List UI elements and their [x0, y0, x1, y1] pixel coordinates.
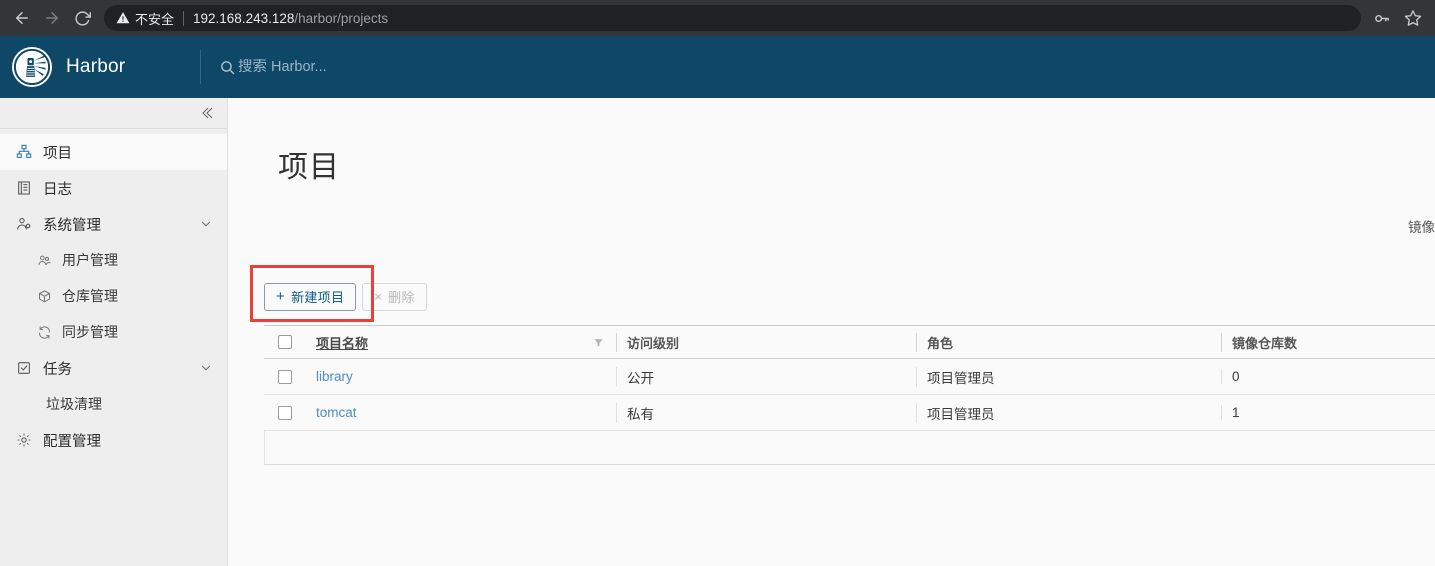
- cell-access-level: 私有: [616, 402, 916, 423]
- sidebar-item-garbage-collection[interactable]: 垃圾清理: [0, 386, 227, 422]
- select-all-checkbox[interactable]: [278, 335, 292, 349]
- sidebar-item-registry-management[interactable]: 仓库管理: [0, 278, 227, 314]
- url-path: /harbor/projects: [294, 10, 389, 26]
- delete-button: × 删除: [362, 282, 427, 311]
- action-toolbar: + 新建项目 × 删除: [228, 265, 1435, 325]
- project-link[interactable]: library: [316, 369, 353, 384]
- sidebar-item-label: 项目: [43, 145, 72, 162]
- harbor-brand-name: Harbor: [66, 56, 126, 77]
- sidebar: 项目 日志 系统管理 用户管理 仓库管理 同步管理 任务 垃圾清理 配置管理: [0, 98, 228, 566]
- row-checkbox[interactable]: [278, 369, 292, 384]
- cell-role: 项目管理员: [916, 402, 1221, 423]
- sidebar-item-projects[interactable]: 项目: [0, 134, 227, 170]
- table-row[interactable]: tomcat 私有 项目管理员 1: [264, 395, 1435, 431]
- sidebar-item-label: 系统管理: [43, 217, 101, 234]
- double-chevron-left-icon[interactable]: [199, 105, 215, 121]
- sidebar-item-user-management[interactable]: 用户管理: [0, 242, 227, 278]
- column-header-repo-count[interactable]: 镜像仓库数: [1221, 332, 1435, 352]
- url-host: 192.168.243.128: [193, 10, 295, 26]
- harbor-search[interactable]: [201, 59, 538, 76]
- system-admin-icon: [14, 216, 34, 232]
- sidebar-item-configuration[interactable]: 配置管理: [0, 422, 227, 458]
- close-icon: ×: [374, 289, 383, 304]
- new-project-button[interactable]: + 新建项目: [264, 282, 357, 311]
- sidebar-item-logs[interactable]: 日志: [0, 170, 227, 206]
- sidebar-item-system-admin[interactable]: 系统管理: [0, 206, 227, 242]
- registry-icon: [34, 289, 54, 304]
- key-icon[interactable]: [1367, 4, 1395, 32]
- gear-icon: [14, 432, 34, 448]
- page-title: 项目: [278, 151, 340, 184]
- column-header-label[interactable]: 项目名称: [316, 333, 368, 352]
- browser-toolbar: 不安全 192.168.243.128/harbor/projects: [0, 0, 1435, 36]
- search-input[interactable]: [238, 59, 538, 75]
- column-header-access-level[interactable]: 访问级别: [616, 332, 916, 352]
- forward-arrow-icon[interactable]: [38, 4, 66, 32]
- toolbar-buttons: + 新建项目 × 删除: [264, 268, 1435, 325]
- harbor-header: Harbor: [0, 36, 1435, 98]
- sidebar-nav: 项目 日志 系统管理 用户管理 仓库管理 同步管理 任务 垃圾清理 配置管理: [0, 129, 227, 458]
- not-secure-label: 不安全: [135, 11, 175, 27]
- harbor-brand[interactable]: Harbor: [0, 47, 200, 87]
- sidebar-item-label: 同步管理: [62, 324, 118, 340]
- replication-icon: [34, 325, 54, 340]
- table-row[interactable]: library 公开 项目管理员 0: [264, 359, 1435, 395]
- cell-repo-count: 0: [1221, 369, 1435, 384]
- sidebar-item-label: 用户管理: [62, 252, 118, 268]
- table-header-row: 项目名称 访问级别 角色 镜像仓库数: [264, 325, 1435, 359]
- column-header-role[interactable]: 角色: [916, 332, 1221, 352]
- filter-icon[interactable]: [593, 337, 604, 348]
- projects-icon: [14, 144, 34, 160]
- sidebar-item-label: 仓库管理: [62, 288, 118, 304]
- app-body: 项目 日志 系统管理 用户管理 仓库管理 同步管理 任务 垃圾清理 配置管理 项…: [0, 98, 1435, 566]
- table-footer: [264, 431, 1435, 465]
- reload-icon[interactable]: [68, 4, 96, 32]
- url-text: 192.168.243.128/harbor/projects: [193, 11, 388, 26]
- cell-repo-count: 1: [1221, 405, 1435, 420]
- new-project-label: 新建项目: [291, 290, 345, 305]
- clipped-right-label: 镜像: [1408, 220, 1435, 235]
- sidebar-item-label: 垃圾清理: [46, 396, 102, 412]
- project-link[interactable]: tomcat: [316, 405, 357, 420]
- sidebar-item-label: 日志: [43, 181, 72, 198]
- delete-label: 删除: [388, 290, 415, 305]
- projects-table: 项目名称 访问级别 角色 镜像仓库数 library 公开 项目管理员 0 to…: [264, 325, 1435, 465]
- sidebar-item-tasks[interactable]: 任务: [0, 350, 227, 386]
- chevron-down-icon[interactable]: [199, 217, 213, 231]
- browser-actions: [1367, 4, 1427, 32]
- users-icon: [34, 253, 54, 268]
- column-header-project-name[interactable]: 项目名称: [306, 333, 616, 352]
- row-checkbox[interactable]: [278, 405, 292, 420]
- sidebar-item-label: 配置管理: [43, 433, 101, 450]
- back-arrow-icon[interactable]: [8, 4, 36, 32]
- logs-icon: [14, 180, 34, 196]
- address-bar[interactable]: 不安全 192.168.243.128/harbor/projects: [104, 5, 1361, 31]
- omnibox-divider: [183, 10, 185, 26]
- row-select-cell: [264, 369, 306, 384]
- cell-access-level: 公开: [616, 366, 916, 387]
- plus-icon: +: [276, 288, 286, 305]
- main-content: 项目 镜像 + 新建项目 × 删除 项目名称 访问级别 角色 镜像仓库数 lib…: [228, 98, 1435, 566]
- star-icon[interactable]: [1399, 4, 1427, 32]
- chevron-down-icon[interactable]: [199, 361, 213, 375]
- cell-project-name: library: [306, 369, 616, 384]
- sidebar-item-label: 任务: [43, 361, 72, 378]
- cell-role: 项目管理员: [916, 366, 1221, 387]
- sidebar-top: [0, 98, 227, 129]
- not-secure-warning-icon: [116, 11, 130, 25]
- select-all-cell: [264, 335, 306, 349]
- tasks-icon: [14, 360, 34, 376]
- row-select-cell: [264, 405, 306, 420]
- sidebar-item-replication-management[interactable]: 同步管理: [0, 314, 227, 350]
- search-icon: [219, 59, 236, 76]
- cell-project-name: tomcat: [306, 405, 616, 420]
- harbor-lighthouse-logo: [12, 47, 52, 87]
